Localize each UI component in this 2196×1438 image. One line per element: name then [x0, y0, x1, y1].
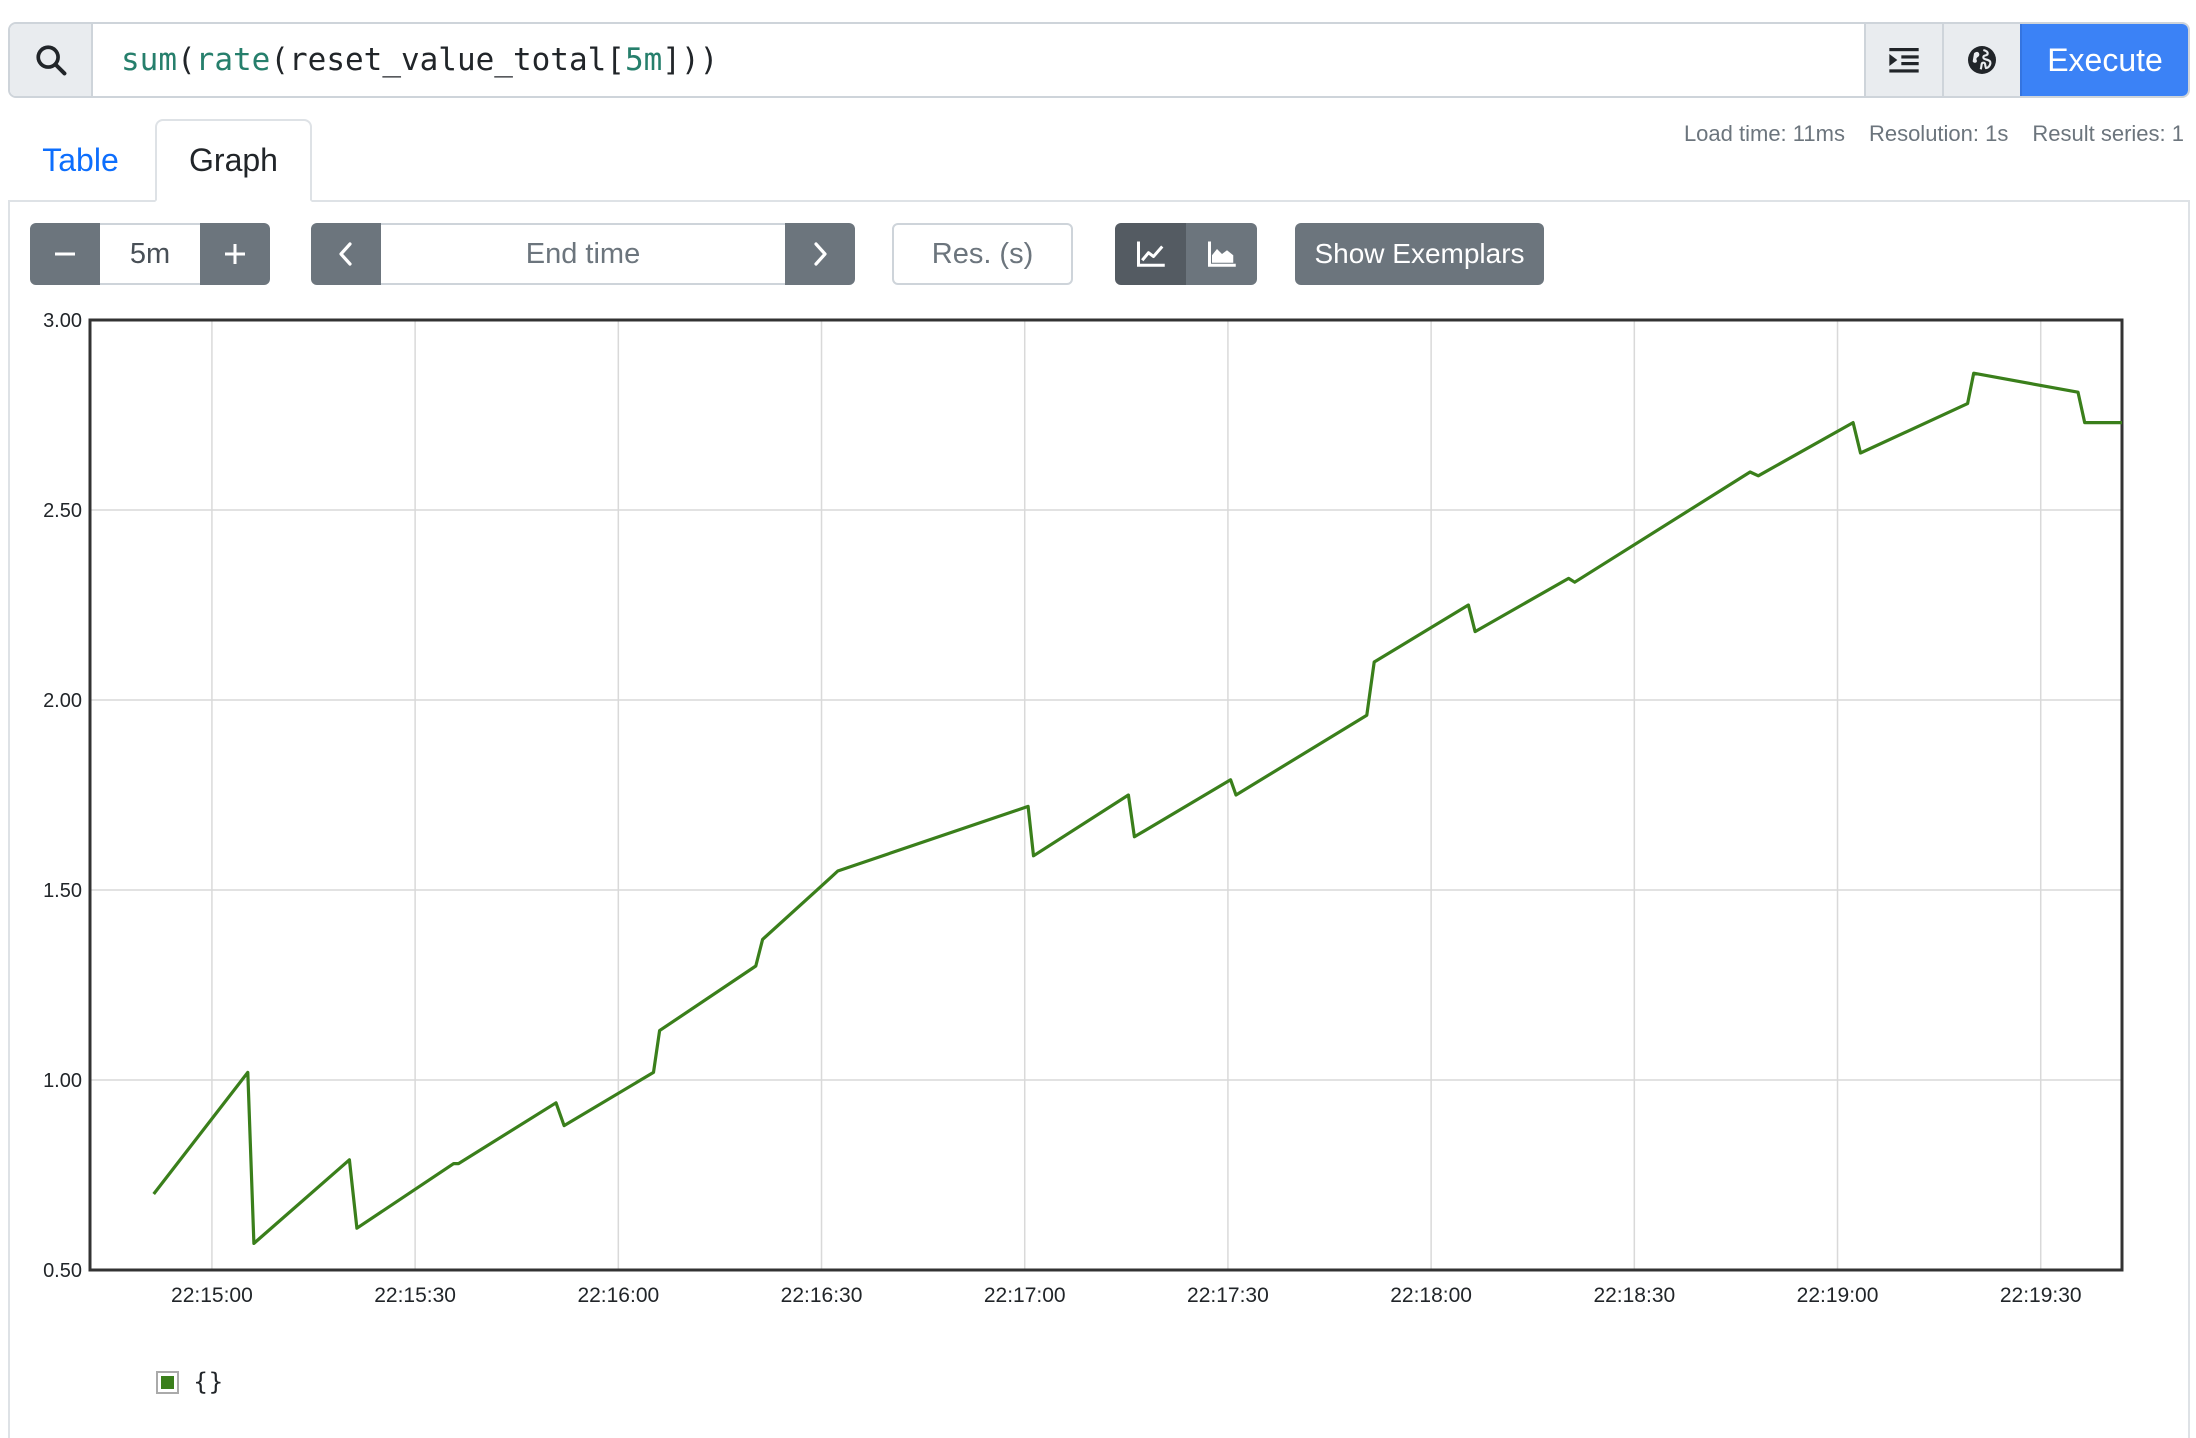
y-tick-label: 2.00: [43, 690, 82, 712]
y-tick-label: 2.50: [43, 500, 82, 522]
legend: {}: [156, 1368, 224, 1396]
x-tick-label: 22:17:30: [1187, 1284, 1269, 1307]
y-tick-label: 1.00: [43, 1070, 82, 1092]
legend-swatch[interactable]: [156, 1370, 179, 1394]
y-axis-ticks: 0.50 1.00 1.50 2.00 2.50 3.00: [43, 310, 82, 1282]
x-tick-label: 22:16:30: [781, 1284, 863, 1307]
x-tick-label: 22:15:00: [171, 1284, 253, 1307]
x-tick-label: 22:17:00: [984, 1284, 1066, 1307]
y-grid: [90, 319, 2122, 1271]
legend-label: {}: [193, 1368, 224, 1396]
graph-chart: 0.50 1.00 1.50 2.00 2.50 3.00 22:15:00 22:15:3…: [43, 310, 2124, 1307]
x-tick-label: 22:16:00: [577, 1284, 659, 1307]
y-tick-label: 0.50: [43, 1260, 82, 1282]
x-tick-label: 22:15:30: [374, 1284, 456, 1307]
plot-frame: [88, 318, 2124, 1272]
y-tick-label: 3.00: [43, 310, 82, 332]
series-line: [152, 371, 2122, 1245]
x-tick-label: 22:19:00: [1797, 1284, 1879, 1307]
x-tick-label: 22:18:30: [1593, 1284, 1675, 1307]
y-tick-label: 1.50: [43, 880, 82, 902]
x-axis-ticks: 22:15:00 22:15:30 22:16:00 22:16:30 22:17:00…: [171, 1284, 2082, 1307]
x-tick-label: 22:18:00: [1390, 1284, 1472, 1307]
x-tick-label: 22:19:30: [2000, 1284, 2082, 1307]
